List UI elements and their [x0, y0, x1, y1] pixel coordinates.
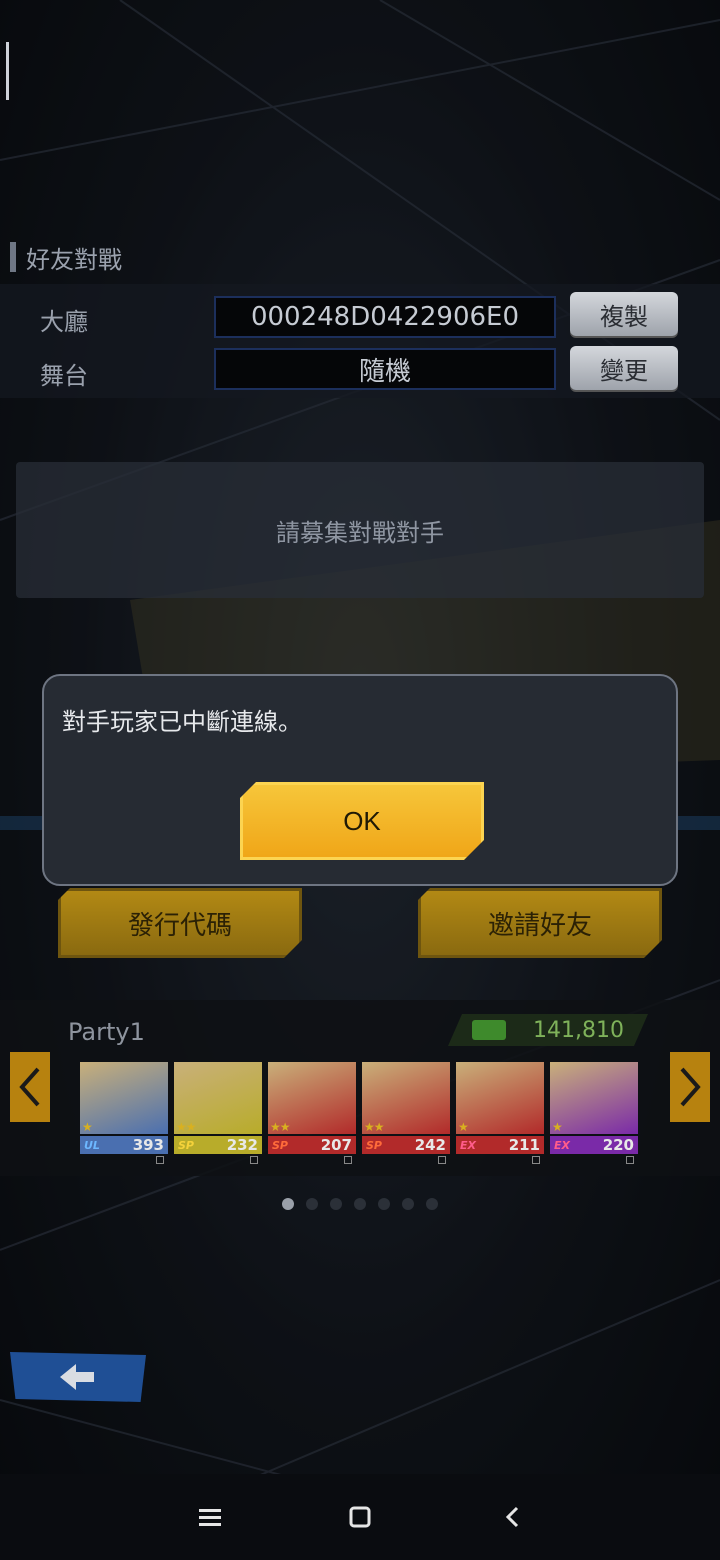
character-info-bar: SP 232	[174, 1136, 262, 1154]
nav-back-icon[interactable]	[492, 1500, 532, 1534]
page-dot	[402, 1198, 414, 1210]
character-portrait	[456, 1062, 544, 1134]
character-level: 207	[320, 1136, 352, 1154]
select-checkbox[interactable]	[344, 1156, 352, 1164]
recruit-opponent-box: 請募集對戰對手	[16, 462, 704, 598]
rarity-stars: ★★	[176, 1120, 196, 1134]
rarity-tag: EX	[554, 1138, 570, 1152]
character-info-bar: EX 211	[456, 1136, 544, 1154]
back-button[interactable]	[10, 1352, 146, 1402]
rarity-stars: ★★	[364, 1120, 384, 1134]
page-dot	[426, 1198, 438, 1210]
character-info-bar: UL 393	[80, 1136, 168, 1154]
chevron-right-icon[interactable]	[670, 1052, 710, 1122]
power-gauge-icon	[472, 1020, 506, 1040]
rarity-stars: ★	[552, 1120, 563, 1134]
character-card[interactable]: ★★ SP 207	[268, 1062, 356, 1164]
disconnect-dialog: 對手玩家已中斷連線。 OK	[42, 674, 678, 886]
rarity-tag: EX	[460, 1138, 476, 1152]
rarity-stars: ★	[82, 1120, 93, 1134]
text-cursor	[6, 42, 9, 100]
page-dot	[378, 1198, 390, 1210]
select-checkbox[interactable]	[626, 1156, 634, 1164]
character-level: 393	[132, 1136, 164, 1154]
dialog-message: 對手玩家已中斷連線。	[62, 708, 302, 736]
change-button[interactable]: 變更	[570, 346, 678, 390]
select-checkbox[interactable]	[156, 1156, 164, 1164]
section-title-text: 好友對戰	[26, 245, 122, 274]
character-info-bar: SP 207	[268, 1136, 356, 1154]
character-level: 242	[414, 1136, 446, 1154]
select-checkbox[interactable]	[532, 1156, 540, 1164]
home-square-icon[interactable]	[340, 1500, 380, 1534]
issue-code-button[interactable]: 發行代碼	[58, 888, 302, 958]
character-info-bar: EX 220	[550, 1136, 638, 1154]
character-portrait	[80, 1062, 168, 1134]
character-level: 220	[602, 1136, 634, 1154]
section-marker	[10, 242, 16, 272]
rarity-tag: SP	[272, 1138, 288, 1152]
page-dot	[354, 1198, 366, 1210]
page-dot	[330, 1198, 342, 1210]
character-card[interactable]: ★★ SP 232	[174, 1062, 262, 1164]
character-level: 211	[508, 1136, 540, 1154]
lobby-label: 大廳	[40, 308, 88, 336]
rarity-tag: SP	[178, 1138, 194, 1152]
rarity-stars: ★	[458, 1120, 469, 1134]
ok-button[interactable]: OK	[240, 782, 484, 860]
character-level: 232	[226, 1136, 258, 1154]
character-card[interactable]: ★ UL 393	[80, 1062, 168, 1164]
character-card[interactable]: ★ EX 220	[550, 1062, 638, 1164]
rarity-stars: ★★	[270, 1120, 290, 1134]
page-dot	[306, 1198, 318, 1210]
back-arrow-icon	[60, 1364, 94, 1390]
character-portrait	[550, 1062, 638, 1134]
character-card[interactable]: ★ EX 211	[456, 1062, 544, 1164]
select-checkbox[interactable]	[438, 1156, 446, 1164]
lobby-id-field: 000248D0422906E0	[214, 296, 556, 338]
rarity-tag: SP	[366, 1138, 382, 1152]
character-card[interactable]: ★★ SP 242	[362, 1062, 450, 1164]
section-title: 好友對戰	[10, 240, 122, 274]
party-name: Party1	[68, 1018, 145, 1046]
page-indicator	[282, 1198, 438, 1210]
stage-field: 隨機	[214, 348, 556, 390]
invite-friend-button[interactable]: 邀請好友	[418, 888, 662, 958]
page-dot	[282, 1198, 294, 1210]
chevron-left-icon[interactable]	[10, 1052, 50, 1122]
copy-button[interactable]: 複製	[570, 292, 678, 336]
recruit-text: 請募集對戰對手	[276, 518, 444, 547]
select-checkbox[interactable]	[250, 1156, 258, 1164]
stage-label: 舞台	[40, 362, 88, 390]
rarity-tag: UL	[84, 1138, 100, 1152]
menu-icon[interactable]	[190, 1500, 230, 1534]
character-info-bar: SP 242	[362, 1136, 450, 1154]
character-list: ★ UL 393 ★★ SP 232 ★★ SP 207 ★★ SP 242 ★ EX 211 ★ EX 220	[80, 1062, 638, 1164]
